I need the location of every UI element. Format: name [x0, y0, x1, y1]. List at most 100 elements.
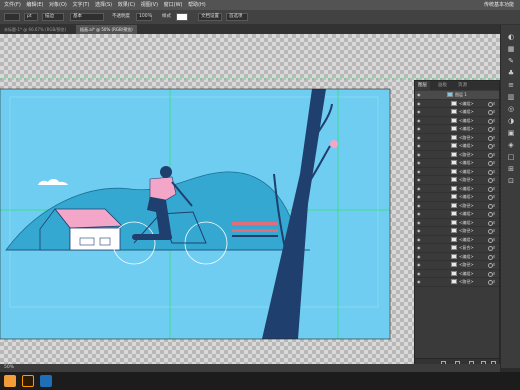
layer-row[interactable]: ◉ <复合> [415, 244, 499, 253]
menu-file[interactable]: 文件(F) [4, 0, 21, 10]
layer-name: <编组> [459, 143, 474, 148]
graphic-styles-icon[interactable]: ▣ [506, 129, 516, 137]
align-icon[interactable]: ⊞ [506, 165, 516, 173]
layer-name: <编组> [459, 253, 474, 259]
illustrator-icon[interactable] [22, 375, 34, 387]
layer-row[interactable]: ◉ <路径> [415, 278, 499, 287]
visibility-eye-icon[interactable]: ◉ [417, 109, 421, 114]
symbols-icon[interactable]: ♣ [506, 69, 516, 77]
tab-assets[interactable]: 资源 [455, 81, 470, 90]
menu-view[interactable]: 视图(V) [141, 0, 158, 10]
control-bar: pt 描边 基本 不透明度 100% 样式 文档设置 首选项 [0, 10, 520, 25]
selection-indicator [493, 263, 495, 266]
visibility-eye-icon[interactable]: ◉ [417, 279, 421, 284]
visibility-eye-icon[interactable]: ◉ [417, 194, 421, 199]
layer-row-top[interactable]: ◉ 图层 1 [415, 91, 499, 100]
visibility-eye-icon[interactable]: ◉ [417, 245, 421, 250]
visibility-eye-icon[interactable]: ◉ [417, 177, 421, 182]
style-swatch[interactable] [176, 13, 188, 21]
workspace-switcher[interactable]: 传统基本功能 [484, 0, 514, 10]
tab-layers[interactable]: 图层 [415, 81, 430, 90]
layer-row[interactable]: ◉ <编组> [415, 159, 499, 168]
opacity-field[interactable]: 100% [136, 13, 152, 21]
preferences-button[interactable]: 首选项 [226, 13, 248, 21]
layer-row[interactable]: ◉ <编组> [415, 219, 499, 227]
layer-thumbnail [451, 117, 457, 123]
visibility-eye-icon[interactable]: ◉ [417, 152, 421, 157]
visibility-eye-icon[interactable]: ◉ [417, 237, 421, 242]
selection-indicator [493, 135, 495, 139]
app-icon-3[interactable] [40, 375, 52, 387]
visibility-eye-icon[interactable]: ◉ [417, 186, 421, 191]
pathfinder-icon[interactable]: ⊡ [506, 177, 516, 185]
menu-type[interactable]: 文字(T) [72, 0, 89, 10]
tab-document-1[interactable]: 未标题-1* @ 66.67% (RGB/预览) [0, 25, 71, 34]
app-icon-1[interactable] [4, 375, 16, 387]
layer-row[interactable]: ◉ <编组> [415, 117, 499, 125]
document-setup-button[interactable]: 文档设置 [198, 13, 222, 21]
zoom-level[interactable]: 50% [4, 364, 14, 372]
layer-thumbnail [451, 168, 457, 174]
layer-row[interactable]: ◉ <编组> [415, 185, 499, 193]
visibility-eye-icon[interactable]: ◉ [417, 126, 421, 131]
visibility-eye-icon[interactable]: ◉ [417, 262, 421, 267]
menu-select[interactable]: 选择(S) [95, 0, 112, 10]
layer-row[interactable]: ◉ <路径> [415, 227, 499, 236]
layer-row[interactable]: ◉ <路径> [415, 261, 499, 270]
visibility-eye-icon[interactable]: ◉ [417, 203, 421, 208]
visibility-eye-icon[interactable]: ◉ [417, 169, 421, 174]
artboards-icon[interactable]: □ [506, 153, 516, 161]
stroke-profile-dropdown[interactable]: 描边 [42, 13, 64, 21]
transparency-icon[interactable]: ◎ [506, 105, 516, 113]
menu-effect[interactable]: 效果(C) [118, 0, 135, 10]
layer-row[interactable]: ◉ <编组> [415, 236, 499, 244]
visibility-eye-icon[interactable]: ◉ [417, 101, 421, 106]
stroke-icon[interactable]: ≡ [506, 81, 516, 89]
layer-row[interactable]: ◉ <编组> [415, 100, 499, 108]
fill-swatch[interactable] [4, 13, 20, 21]
layer-row[interactable]: ◉ <编组> [415, 253, 499, 261]
visibility-eye-icon[interactable]: ◉ [417, 143, 421, 148]
tab-document-2[interactable]: 插画.ai* @ 50% (RGB/预览) [76, 25, 137, 34]
bench-back [232, 222, 278, 225]
appearance-icon[interactable]: ◑ [506, 117, 516, 125]
layer-row[interactable]: ◉ <编组> [415, 108, 499, 117]
menu-object[interactable]: 对象(O) [49, 0, 67, 10]
layer-name: <路径> [459, 228, 474, 233]
visibility-eye-icon[interactable]: ◉ [417, 160, 421, 165]
visibility-eye-icon[interactable]: ◉ [417, 220, 421, 225]
layer-thumbnail [451, 194, 457, 199]
brushes-icon[interactable]: ✎ [506, 57, 516, 65]
visibility-eye-icon[interactable]: ◉ [417, 271, 421, 276]
visibility-eye-icon[interactable]: ◉ [417, 228, 421, 233]
layer-row[interactable]: ◉ <编组> [415, 193, 499, 202]
menu-help[interactable]: 帮助(H) [188, 0, 206, 10]
layer-row[interactable]: ◉ <编组> [415, 270, 499, 278]
visibility-eye-icon[interactable]: ◉ [417, 211, 421, 216]
layer-row[interactable]: ◉ <路径> [415, 134, 499, 142]
color-icon[interactable]: ◐ [506, 33, 516, 41]
layer-name: <编组> [459, 126, 474, 131]
layer-row[interactable]: ◉ <编组> [415, 142, 499, 151]
visibility-eye-icon[interactable]: ◉ [417, 254, 421, 259]
layer-row[interactable]: ◉ <路径> [415, 202, 499, 210]
layer-thumbnail [451, 185, 457, 191]
house-wall [69, 227, 121, 251]
gradient-icon[interactable]: ▥ [506, 93, 516, 101]
layer-thumbnail [451, 134, 457, 140]
layer-row[interactable]: ◉ <编组> [415, 168, 499, 176]
layer-row[interactable]: ◉ <编组> [415, 210, 499, 219]
stroke-weight-field[interactable]: pt [24, 13, 38, 21]
visibility-eye-icon[interactable]: ◉ [417, 92, 421, 97]
visibility-eye-icon[interactable]: ◉ [417, 118, 421, 123]
layer-row[interactable]: ◉ <路径> [415, 176, 499, 185]
brush-dropdown[interactable]: 基本 [70, 13, 104, 21]
menu-edit[interactable]: 编辑(E) [26, 0, 43, 10]
menu-window[interactable]: 窗口(W) [164, 0, 183, 10]
tab-artboards[interactable]: 画板 [435, 81, 450, 90]
visibility-eye-icon[interactable]: ◉ [417, 135, 421, 140]
layer-row[interactable]: ◉ <编组> [415, 125, 499, 134]
layer-row[interactable]: ◉ <路径> [415, 151, 499, 159]
swatches-icon[interactable]: ▦ [506, 45, 516, 53]
layers-icon[interactable]: ◈ [506, 141, 516, 149]
